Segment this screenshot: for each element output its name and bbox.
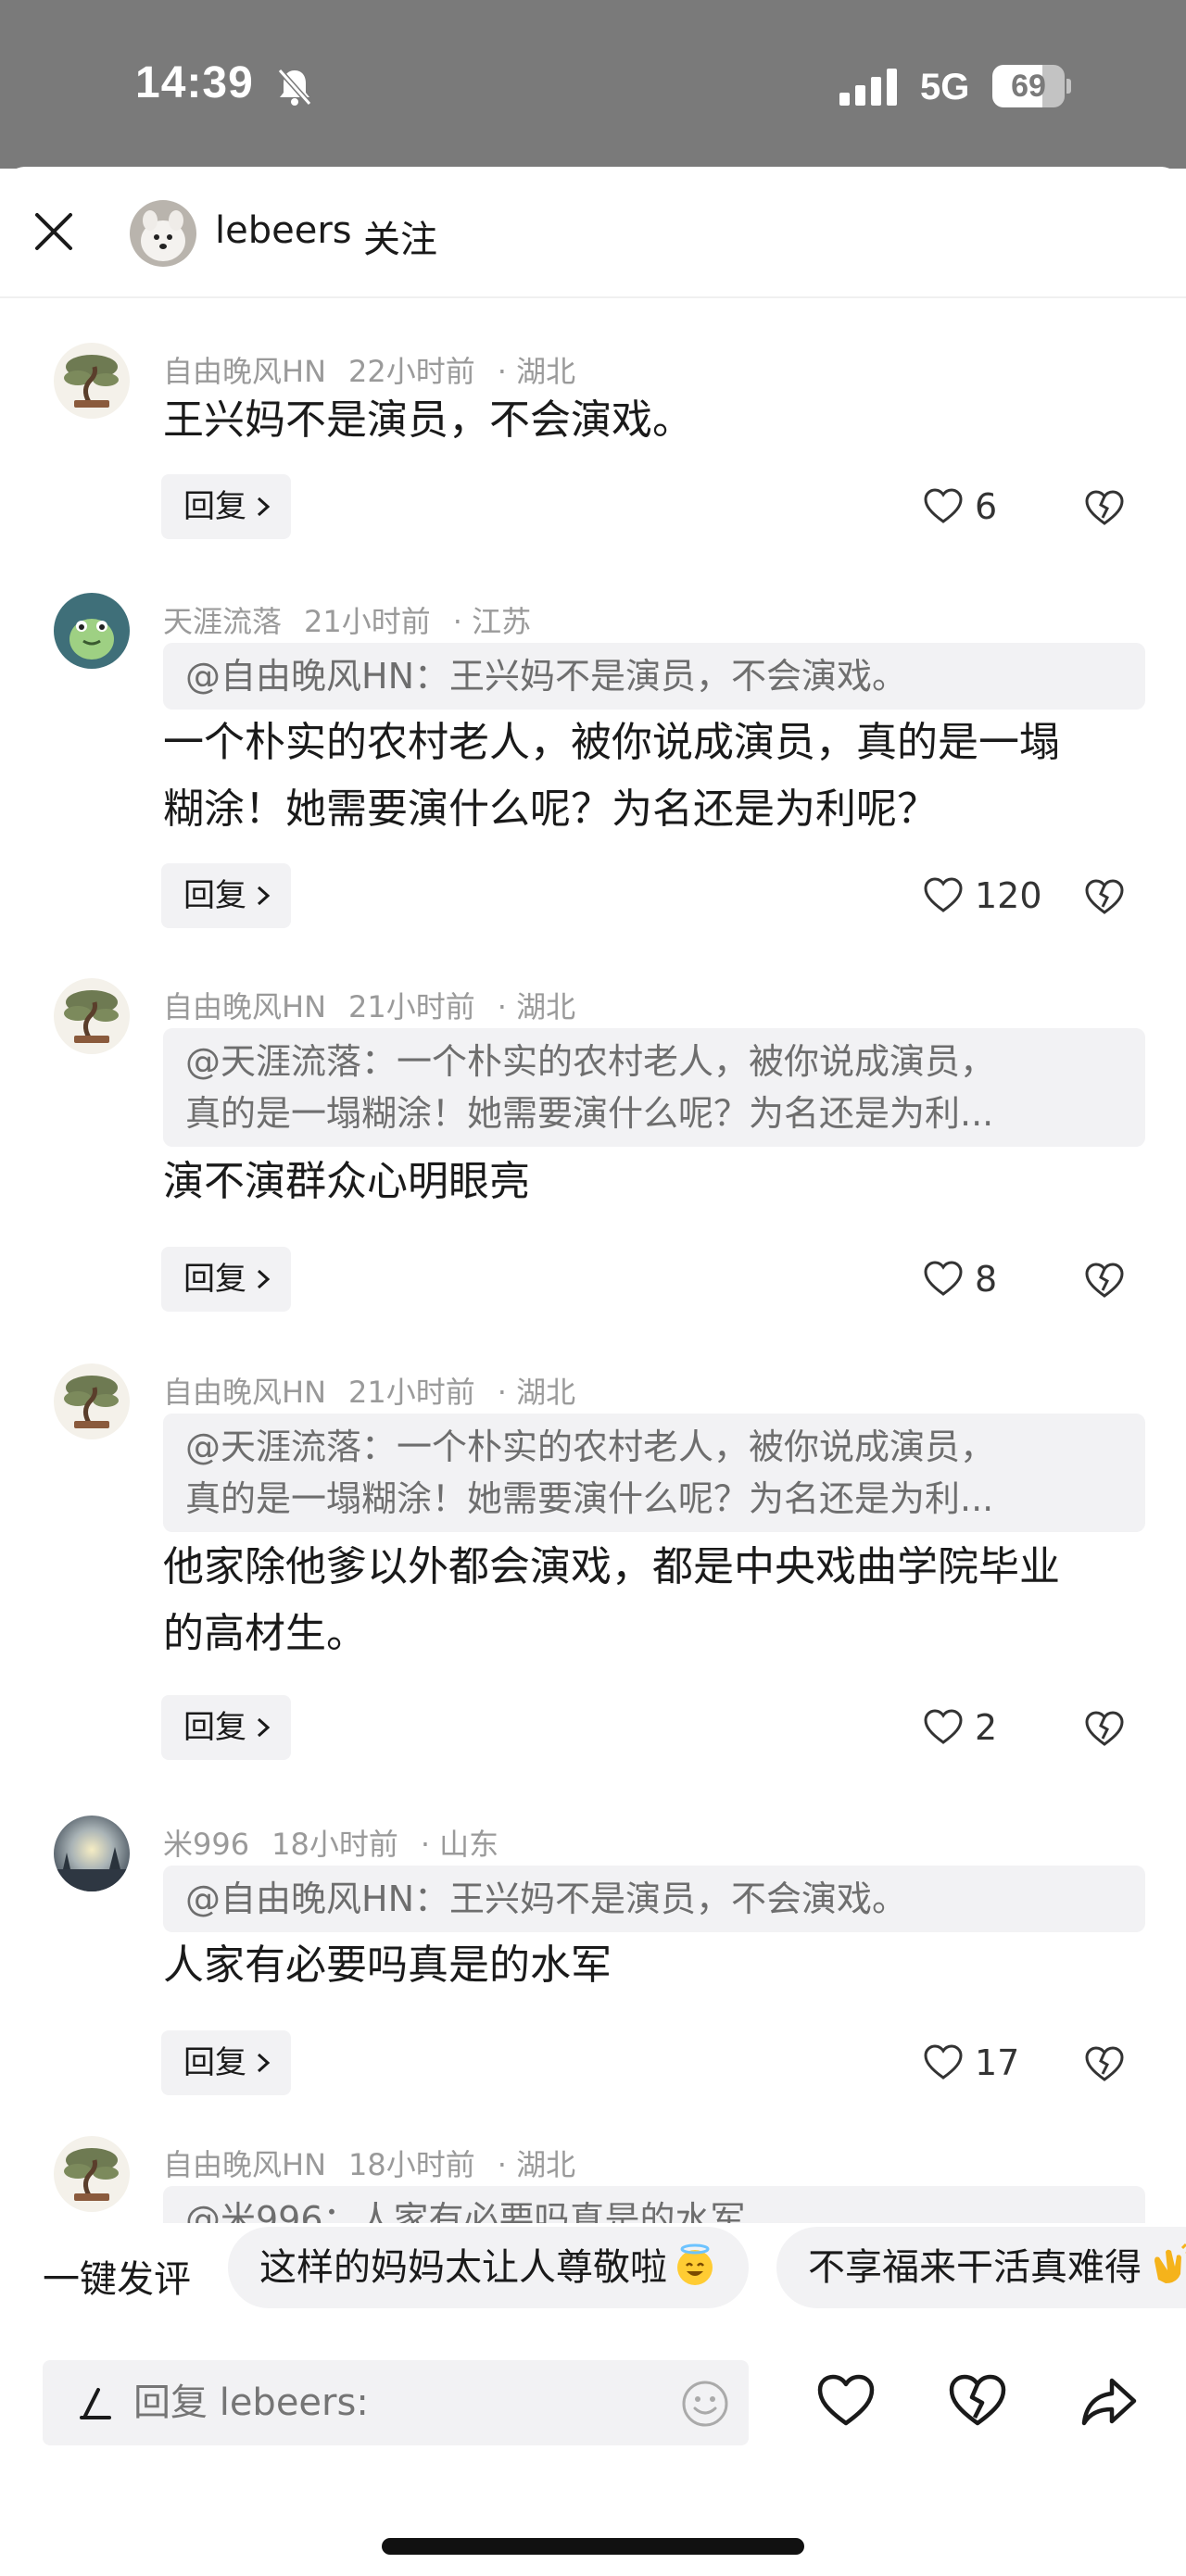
chevron-right-icon [257, 886, 271, 906]
comment-time: 18小时前 [348, 2147, 475, 2182]
quick-comment-label: 一键发评 [43, 2258, 191, 2301]
chevron-right-icon [257, 1717, 271, 1738]
comment-meta: 米996 18小时前 · 山东 [163, 1827, 499, 1862]
comment-sheet: lebeers 关注 自由晚风HN 22小时前 · 湖北 王兴妈不是演员，不会演戏。… [0, 167, 1186, 2576]
avatar[interactable] [130, 200, 196, 267]
avatar[interactable] [54, 593, 130, 669]
comment-location: 湖北 [516, 354, 576, 389]
quoted-comment[interactable]: @天涯流落：一个朴实的农村老人，被你说成演员， 真的是一塌糊涂！她需要演什么呢？… [163, 1414, 1145, 1532]
avatar[interactable] [54, 343, 130, 419]
comment-author[interactable]: 自由晚风HN [163, 989, 326, 1024]
like-count: 8 [975, 1259, 998, 1300]
heart-icon[interactable] [815, 2371, 877, 2432]
avatar[interactable] [54, 2136, 130, 2212]
heart-icon [924, 1261, 963, 1296]
broken-heart-icon[interactable] [1084, 487, 1125, 528]
pen-icon [80, 2388, 111, 2419]
quick-comment-row: 一键发评 这样的妈妈太让人尊敬啦 不享福来干活真难得 [0, 2223, 1186, 2316]
comment-time: 18小时前 [271, 1827, 398, 1862]
broken-heart-icon[interactable] [1084, 1260, 1125, 1301]
smile-icon[interactable] [680, 2379, 730, 2429]
comment-time: 21小时前 [348, 989, 475, 1024]
signal-icon [839, 69, 897, 106]
clapping-hands-emoji [1154, 2243, 1186, 2283]
like-count: 17 [975, 2042, 1020, 2083]
like-count: 120 [975, 875, 1042, 916]
reply-button[interactable]: 回复 [161, 1247, 291, 1312]
comment-meta: 自由晚风HN 18小时前 · 湖北 [163, 2147, 576, 2182]
comment-author[interactable]: 自由晚风HN [163, 1375, 326, 1410]
like-count: 6 [975, 486, 998, 527]
comment-meta: 天涯流落 21小时前 · 江苏 [163, 604, 532, 639]
comment-text: 一个朴实的农村老人，被你说成演员，真的是一塌 糊涂！她需要演什么呢？为名还是为利… [163, 719, 1060, 833]
chevron-right-icon [257, 1269, 271, 1289]
reply-button[interactable]: 回复 [161, 474, 291, 539]
comment-location: 湖北 [516, 2147, 576, 2182]
comment-time: 22小时前 [348, 354, 475, 389]
heart-icon [924, 488, 963, 523]
avatar[interactable] [54, 978, 130, 1054]
broken-heart-icon[interactable] [947, 2371, 1008, 2432]
broken-heart-icon[interactable] [1084, 2043, 1125, 2084]
reply-input-bar[interactable] [43, 2360, 749, 2445]
broken-heart-icon[interactable] [1084, 1708, 1125, 1749]
comment-text: 他家除他爹以外都会演戏，都是中央戏曲学院毕业 的高材生。 [163, 1543, 1060, 1657]
broken-heart-icon[interactable] [1084, 876, 1125, 917]
halo-smile-emoji [677, 2243, 713, 2285]
battery-percent: 69 [1011, 69, 1046, 104]
comment-time: 21小时前 [348, 1375, 475, 1410]
share-icon[interactable] [1079, 2371, 1140, 2432]
comment-time: 21小时前 [304, 604, 431, 639]
comment-location: 湖北 [516, 1375, 576, 1410]
comment-author[interactable]: 自由晚风HN [163, 2147, 326, 2182]
sheet-header: lebeers 关注 [0, 167, 1186, 298]
reply-input[interactable] [133, 2360, 615, 2445]
quoted-comment[interactable]: @自由晚风HN：王兴妈不是演员，不会演戏。 [163, 1866, 1145, 1932]
comment-text: 人家有必要吗真是的水军 [163, 1941, 612, 1989]
bell-muted-icon [277, 69, 312, 106]
chevron-right-icon [257, 2053, 271, 2073]
reply-button[interactable]: 回复 [161, 863, 291, 928]
username[interactable]: lebeers [215, 209, 352, 252]
comment-meta: 自由晚风HN 21小时前 · 湖北 [163, 1375, 576, 1410]
comment-location: 江苏 [472, 604, 532, 639]
network-label: 5G [920, 67, 970, 107]
avatar[interactable] [54, 1816, 130, 1891]
quoted-comment[interactable]: @米996：人家有必要吗真是的水军 [163, 2186, 1145, 2223]
comment-meta: 自由晚风HN 21小时前 · 湖北 [163, 989, 576, 1024]
comment-location: 湖北 [516, 989, 576, 1024]
home-indicator[interactable] [382, 2538, 804, 2555]
quick-comment-chip[interactable]: 不享福来干活真难得 [776, 2227, 1186, 2308]
reply-button[interactable]: 回复 [161, 2030, 291, 2095]
heart-icon [924, 877, 963, 912]
close-icon[interactable] [33, 211, 74, 252]
comment-author[interactable]: 天涯流落 [163, 604, 282, 639]
heart-icon [924, 2044, 963, 2080]
comment-text: 王兴妈不是演员，不会演戏。 [163, 396, 693, 444]
quoted-comment[interactable]: @天涯流落：一个朴实的农村老人，被你说成演员， 真的是一塌糊涂！她需要演什么呢？… [163, 1028, 1145, 1147]
chevron-right-icon [257, 496, 271, 517]
battery-icon: 69 [992, 65, 1071, 107]
comment-author[interactable]: 米996 [163, 1827, 249, 1862]
reply-button[interactable]: 回复 [161, 1695, 291, 1760]
comment-author[interactable]: 自由晚风HN [163, 354, 326, 389]
quoted-comment[interactable]: @自由晚风HN：王兴妈不是演员，不会演戏。 [163, 643, 1145, 710]
comment-meta: 自由晚风HN 22小时前 · 湖北 [163, 354, 576, 389]
heart-icon [924, 1709, 963, 1744]
follow-button[interactable]: 关注 [363, 209, 437, 263]
avatar[interactable] [54, 1363, 130, 1439]
quick-comment-chip[interactable]: 这样的妈妈太让人尊敬啦 [228, 2227, 749, 2308]
like-count: 2 [975, 1707, 998, 1748]
status-bar: 14:39 5G 69 [0, 0, 1186, 169]
comment-item: 自由晚风HN 18小时前 · 湖北 @米996：人家有必要吗真是的水军 [0, 2136, 1186, 2223]
comment-text: 演不演群众心明眼亮 [163, 1158, 530, 1205]
comment-location: 山东 [439, 1827, 499, 1862]
status-time: 14:39 [135, 58, 254, 107]
